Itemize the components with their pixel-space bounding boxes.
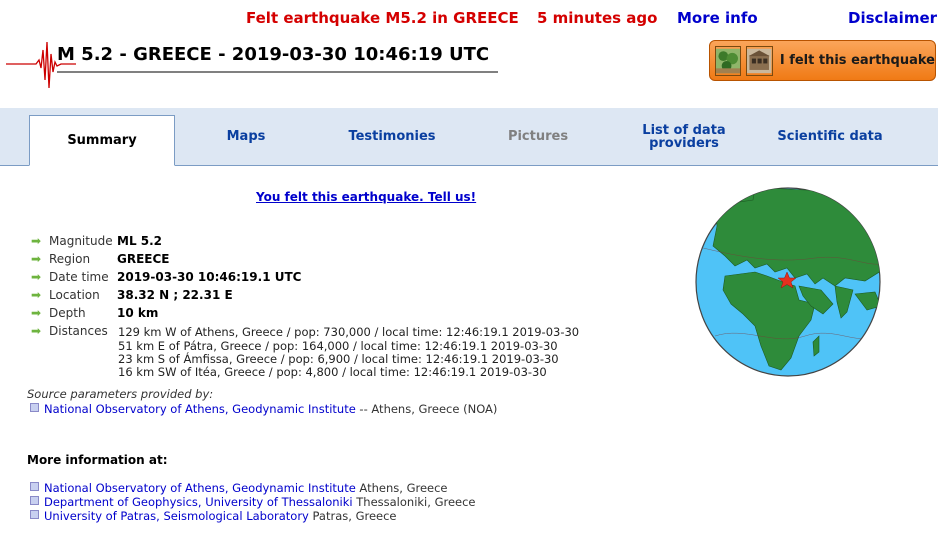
tab-bar: Summary Maps Testimonies Pictures List o…: [0, 108, 938, 166]
link-bullet-icon: [30, 510, 39, 519]
page-title: M 5.2 - GREECE - 2019-03-30 10:46:19 UTC: [57, 44, 490, 65]
green-arrow-icon: ➡: [31, 306, 42, 320]
green-arrow-icon: ➡: [31, 324, 42, 338]
source-heading: Source parameters provided by:: [27, 387, 214, 401]
magnitude-value: ML 5.2: [117, 234, 163, 248]
tell-us-link[interactable]: You felt this earthquake. Tell us!: [256, 190, 476, 204]
building-thumb-icon: [746, 45, 773, 76]
datetime-label: Date time: [49, 270, 109, 284]
source-link[interactable]: National Observatory of Athens, Geodynam…: [44, 402, 356, 416]
tab-summary[interactable]: Summary: [29, 115, 175, 166]
magnitude-label: Magnitude: [49, 234, 113, 248]
location-value: 38.32 N ; 22.31 E: [117, 288, 233, 302]
link-bullet-icon: [30, 403, 39, 412]
green-arrow-icon: ➡: [31, 234, 42, 248]
more-info-item: University of Patras, Seismological Labo…: [30, 509, 397, 523]
link-bullet-icon: [30, 482, 39, 491]
more-info-suffix: Athens, Greece: [355, 481, 448, 495]
more-info-suffix: Patras, Greece: [308, 509, 397, 523]
depth-value: 10 km: [117, 306, 159, 320]
more-info-item: National Observatory of Athens, Geodynam…: [30, 481, 448, 495]
depth-label: Depth: [49, 306, 86, 320]
distance-line: 23 km S of Ámfissa, Greece / pop: 6,900 …: [118, 352, 559, 366]
felt-earthquake-button[interactable]: I felt this earthquake: [709, 40, 936, 81]
link-bullet-icon: [30, 496, 39, 505]
felt-button-label: I felt this earthquake: [779, 53, 935, 68]
felt-earthquake-alert: Felt earthquake M5.2 in GREECE: [246, 9, 519, 27]
more-info-link-noa[interactable]: National Observatory of Athens, Geodynam…: [44, 481, 356, 495]
region-value: GREECE: [117, 252, 170, 266]
depth-row: ➡ Depth 10 km: [31, 304, 158, 322]
green-arrow-icon: ➡: [31, 288, 42, 302]
distance-line: 51 km E of Pátra, Greece / pop: 164,000 …: [118, 339, 558, 353]
distance-line: 16 km SW of Itéa, Greece / pop: 4,800 / …: [118, 365, 547, 379]
more-info-heading: More information at:: [27, 453, 168, 467]
distance-line: 129 km W of Athens, Greece / pop: 730,00…: [118, 325, 580, 339]
tab-data-providers[interactable]: List of data providers: [621, 108, 747, 165]
more-info-link-patras[interactable]: University of Patras, Seismological Labo…: [44, 509, 309, 523]
distances-row: ➡ Distances: [31, 322, 117, 340]
magnitude-row: ➡ Magnitude ML 5.2: [31, 232, 162, 250]
green-arrow-icon: ➡: [31, 252, 42, 266]
tab-pictures: Pictures: [507, 129, 569, 144]
time-ago: 5 minutes ago: [537, 9, 658, 27]
more-info-suffix: Thessaloniki, Greece: [352, 495, 476, 509]
disclaimer-link[interactable]: Disclaimer: [848, 9, 937, 27]
datetime-value: 2019-03-30 10:46:19.1 UTC: [117, 270, 302, 284]
more-info-item: Department of Geophysics, University of …: [30, 495, 476, 509]
location-row: ➡ Location 38.32 N ; 22.31 E: [31, 286, 233, 304]
tab-scientific-data[interactable]: Scientific data: [767, 108, 893, 165]
more-info-link-thessaloniki[interactable]: Department of Geophysics, University of …: [44, 495, 353, 509]
tab-testimonies[interactable]: Testimonies: [329, 108, 455, 165]
more-info-link[interactable]: More info: [677, 9, 758, 27]
green-arrow-icon: ➡: [31, 270, 42, 284]
distances-label: Distances: [49, 324, 108, 338]
epicenter-globe-map[interactable]: [695, 186, 881, 378]
source-suffix: -- Athens, Greece (NOA): [355, 402, 498, 416]
region-label: Region: [49, 252, 91, 266]
region-row: ➡ Region GREECE: [31, 250, 170, 268]
tab-maps[interactable]: Maps: [183, 108, 309, 165]
datetime-row: ➡ Date time 2019-03-30 10:46:19.1 UTC: [31, 268, 301, 286]
location-label: Location: [49, 288, 100, 302]
source-item: National Observatory of Athens, Geodynam…: [30, 402, 497, 416]
landscape-thumb-icon: [715, 45, 742, 76]
